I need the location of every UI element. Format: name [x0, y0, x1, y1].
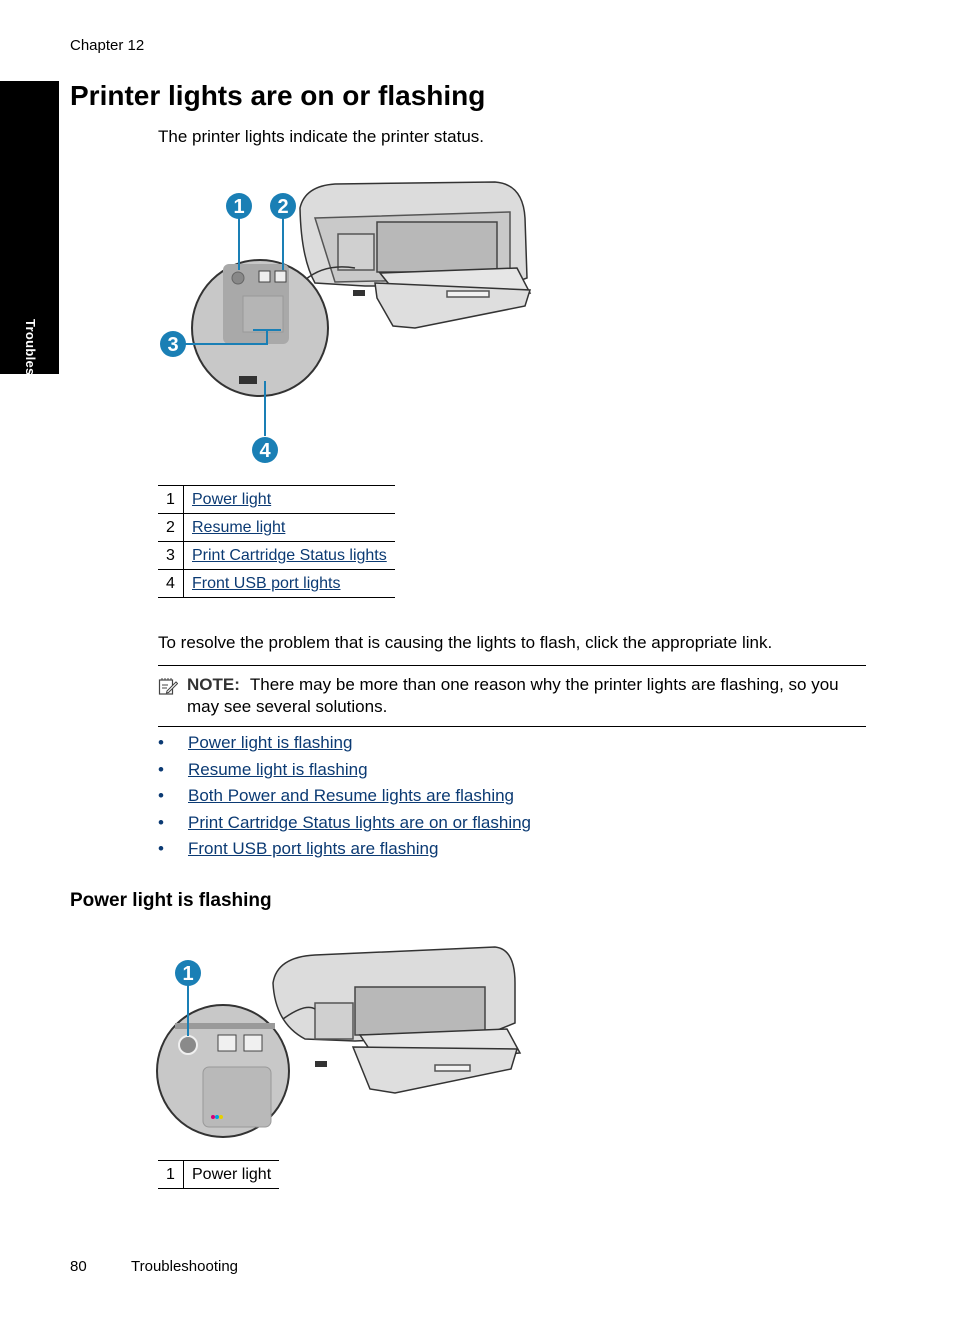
note-box: NOTE: There may be more than one reason w…: [158, 665, 866, 727]
callout-1: 1: [226, 193, 252, 219]
svg-text:1: 1: [182, 963, 193, 985]
side-tab: Troubleshooting: [0, 81, 59, 425]
section-title: Power light is flashing: [70, 890, 272, 911]
page-title: Printer lights are on or flashing: [70, 80, 486, 111]
svg-text:4: 4: [259, 440, 271, 462]
side-tab-label: Troubleshooting: [23, 319, 38, 426]
callout-table-row: 2 Resume light: [158, 513, 395, 542]
chapter-header: Chapter 12: [70, 37, 145, 54]
solution-link[interactable]: Print Cartridge Status lights are on or …: [188, 813, 531, 832]
intro-text: The printer lights indicate the printer …: [158, 127, 484, 146]
callout-2: 2: [270, 193, 296, 219]
bullet-icon: •: [158, 786, 164, 805]
callout-label-cell: Power light: [183, 485, 395, 514]
callout-link[interactable]: Power light: [192, 491, 271, 508]
callout-table-row: 4 Front USB port lights: [158, 569, 395, 598]
printer-lights-figure: 1 2 3 4: [155, 178, 535, 473]
solution-link[interactable]: Power light is flashing: [188, 733, 352, 752]
power-light-table: 1 Power light: [158, 1160, 280, 1189]
callout-label-cell: Resume light: [183, 513, 395, 542]
callout-4: 4: [252, 437, 278, 463]
callout-table-row: 3 Print Cartridge Status lights: [158, 541, 395, 570]
callout-link[interactable]: Resume light: [192, 519, 285, 536]
callout-label-cell: Front USB port lights: [183, 569, 395, 598]
callout-3: 3: [160, 331, 186, 357]
solution-link-item: • Power light is flashing: [158, 731, 531, 758]
solution-link-item: • Resume light is flashing: [158, 758, 531, 785]
solution-link[interactable]: Resume light is flashing: [188, 760, 368, 779]
callout-number: 1: [158, 1160, 184, 1189]
callout-number: 3: [158, 541, 184, 570]
note-text: There may be more than one reason why th…: [187, 675, 839, 716]
callout-link[interactable]: Front USB port lights: [192, 575, 341, 592]
power-light-figure: 1: [155, 943, 525, 1148]
page-number: 80: [70, 1258, 87, 1275]
solution-link-item: • Front USB port lights are flashing: [158, 837, 531, 864]
note-text-block: NOTE: There may be more than one reason w…: [187, 674, 866, 718]
callout-number: 4: [158, 569, 184, 598]
svg-text:3: 3: [167, 334, 178, 356]
callout-number: 1: [158, 485, 184, 514]
solution-link[interactable]: Both Power and Resume lights are flashin…: [188, 786, 514, 805]
callout-number: 2: [158, 513, 184, 542]
solution-link[interactable]: Front USB port lights are flashing: [188, 839, 438, 858]
footer-section: Troubleshooting: [131, 1258, 239, 1275]
solution-link-item: • Print Cartridge Status lights are on or…: [158, 811, 531, 838]
printer-illustration: 1 2 3 4: [160, 181, 532, 463]
callout-label: Power light: [183, 1160, 280, 1189]
callout-table: 1 Power light 2 Resume light 3 Print Cartridg…: [158, 485, 395, 598]
note-pencil-icon: [158, 678, 178, 695]
callout-1: 1: [175, 960, 201, 986]
bullet-icon: •: [158, 759, 164, 779]
callout-label-cell: Print Cartridge Status lights: [183, 541, 395, 570]
bullet-icon: •: [158, 839, 164, 858]
printer-illustration-power: 1: [156, 946, 522, 1138]
svg-text:1: 1: [233, 196, 244, 218]
callout-table-row: 1 Power light: [158, 1160, 280, 1189]
svg-text:2: 2: [277, 196, 288, 218]
printer-body: [299, 181, 532, 329]
solution-link-item: • Both Power and Resume lights are flashi…: [158, 784, 531, 811]
solution-links-list: • Power light is flashing • Resume light is…: [158, 731, 531, 864]
callout-table-row: 1 Power light: [158, 485, 395, 514]
bullet-icon: •: [158, 733, 164, 752]
note-label: NOTE:: [187, 675, 240, 694]
callout-link[interactable]: Print Cartridge Status lights: [192, 547, 387, 564]
resolve-instructions: To resolve the problem that is causing t…: [158, 633, 773, 652]
bullet-icon: •: [158, 812, 164, 832]
